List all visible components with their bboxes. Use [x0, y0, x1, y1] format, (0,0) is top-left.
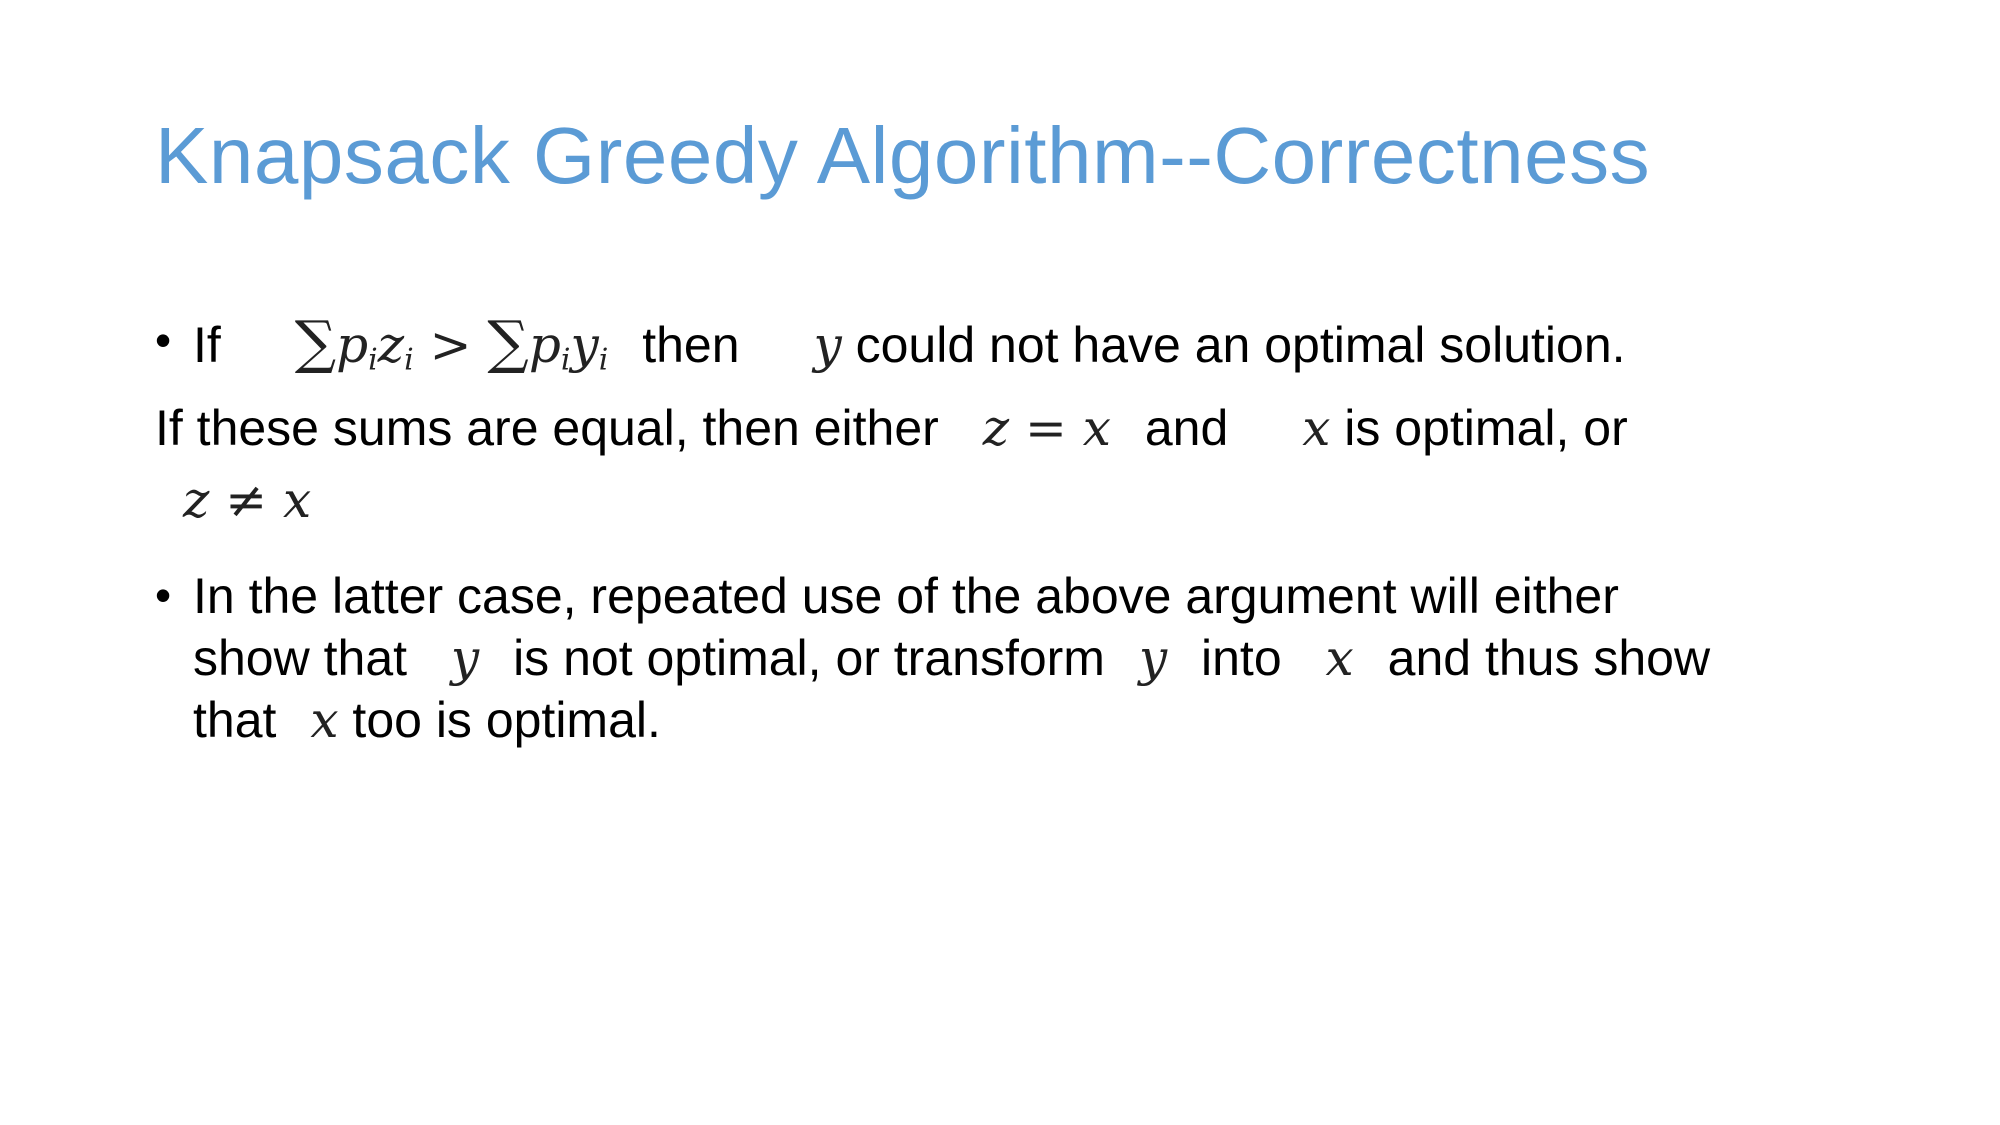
expr-z-equals-x: z = x — [982, 399, 1111, 457]
var-x-1: x — [1302, 399, 1331, 457]
para-2-too-optimal: too is optimal. — [352, 692, 661, 748]
var-y-3: y — [1138, 629, 1168, 687]
expr-z-not-equals-x: z ≠ x — [183, 471, 312, 529]
para-2-that: that — [193, 692, 277, 748]
line-3: z ≠ x — [183, 470, 311, 543]
para-2-line-3: that x too is optimal. — [193, 690, 661, 750]
bullet-2: • — [155, 569, 172, 621]
slide: Knapsack Greedy Algorithm--Correctness •… — [0, 0, 2000, 1125]
para-2-show-that: show that — [193, 630, 408, 686]
line-2-text-a: If these sums are equal, then either — [155, 400, 939, 456]
line-1-rest: could not have an optimal solution. — [855, 317, 1626, 373]
var-x-2: x — [1325, 629, 1354, 687]
var-y-1: y — [813, 316, 842, 374]
var-x-3: x — [310, 691, 339, 749]
line-1-then: then — [642, 317, 740, 373]
sum-expression-1: ∑pizi > ∑piyi — [294, 308, 609, 378]
slide-title: Knapsack Greedy Algorithm--Correctness — [155, 111, 1651, 200]
para-2-into: into — [1201, 630, 1282, 686]
para-2-line-1: In the latter case, repeated use of the … — [193, 568, 1619, 624]
line-2-text-b: is optimal, or — [1344, 400, 1628, 456]
para-2-not-optimal: is not optimal, or transform — [513, 630, 1105, 686]
var-y-2: y — [450, 629, 480, 687]
line-1: If ∑pizi > ∑piyi then y could not have a… — [193, 312, 1626, 391]
bullet-1: • — [155, 314, 172, 366]
line-2: If these sums are equal, then either z =… — [155, 398, 1628, 458]
para-2-and-thus: and thus show — [1387, 630, 1711, 686]
line-1-if: If — [193, 317, 221, 373]
para-2-line-2: show that y is not optimal, or transform… — [193, 628, 1710, 688]
line-2-and: and — [1144, 400, 1229, 456]
